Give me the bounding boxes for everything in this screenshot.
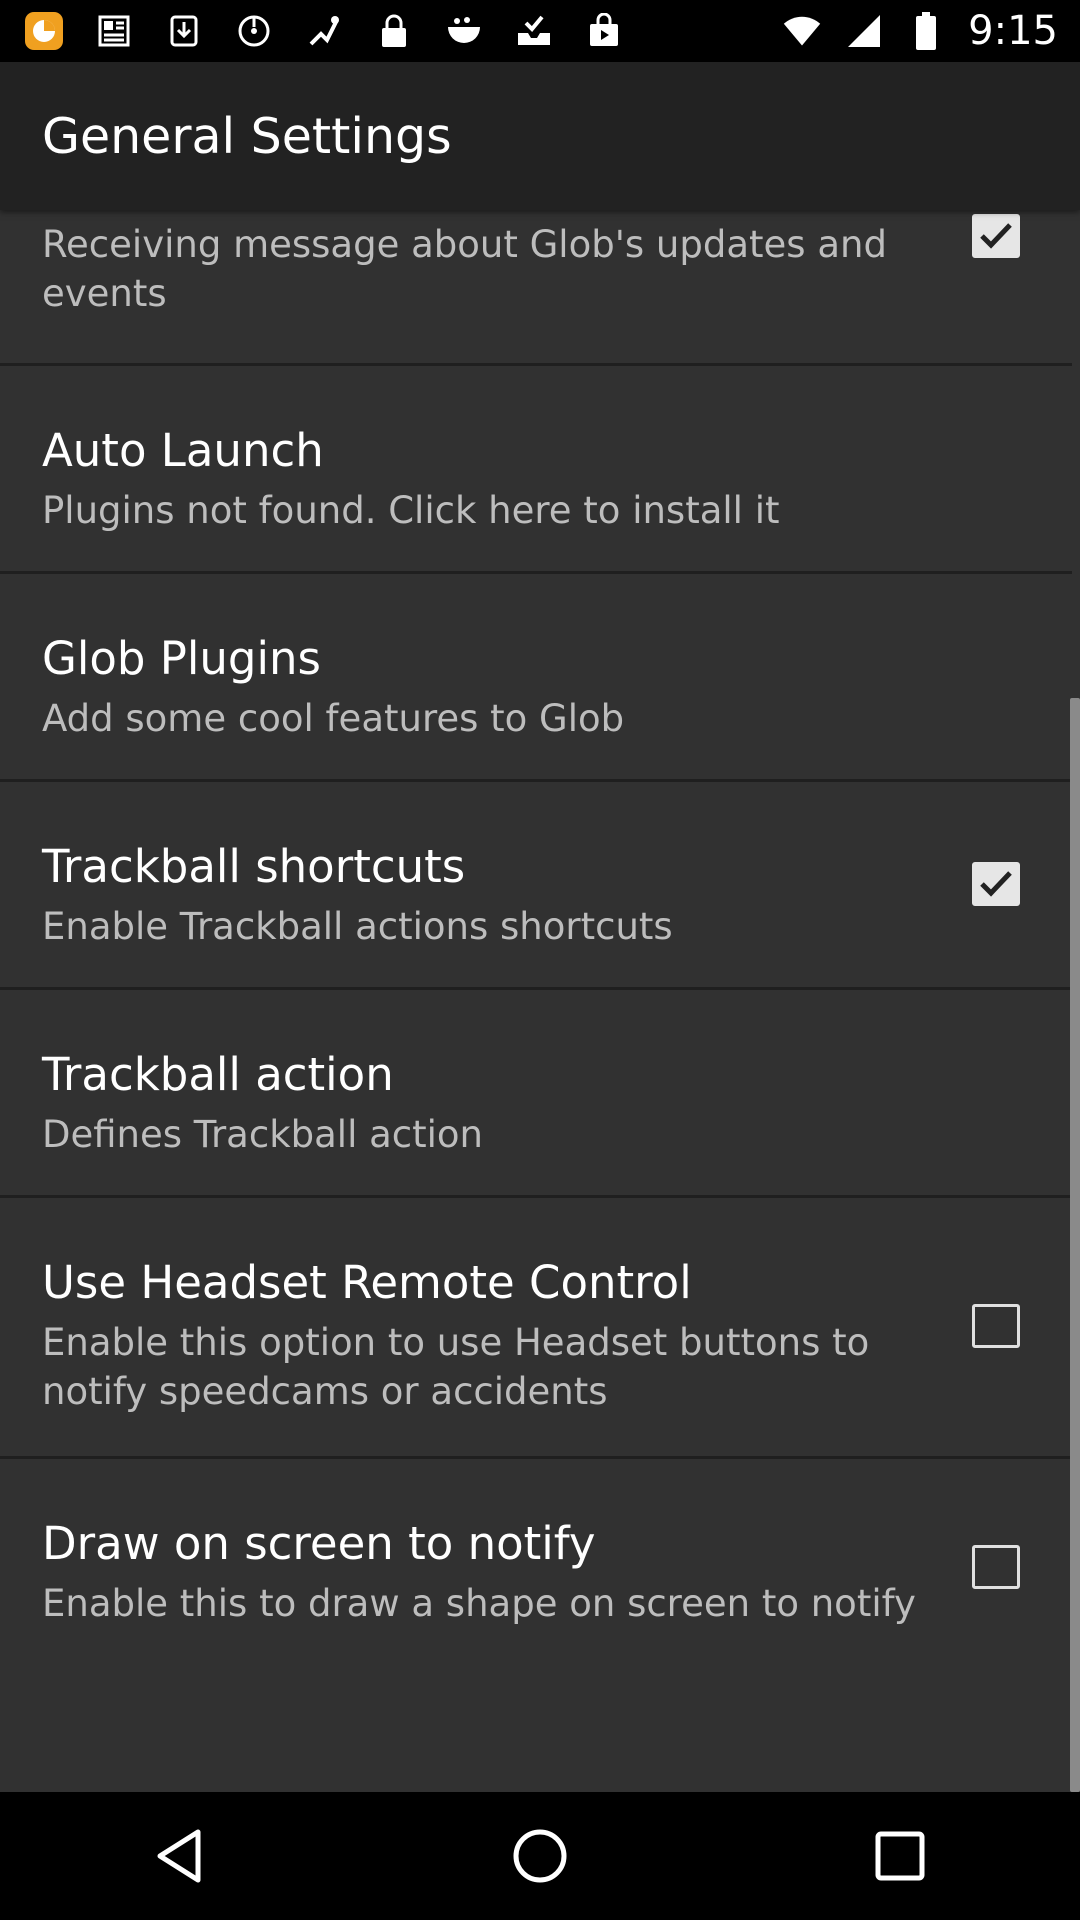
pref-title: Glob Plugins [42, 632, 321, 685]
home-icon[interactable] [500, 1816, 580, 1896]
download-icon [164, 11, 204, 51]
pref-title: Auto Launch [42, 424, 324, 477]
trackball-shortcuts-checkbox[interactable] [972, 862, 1020, 906]
news-icon [94, 11, 134, 51]
fake-gps-icon [304, 11, 344, 51]
pref-glob-updates[interactable]: Receiving message about Glob's updates a… [0, 210, 1072, 364]
pref-title: Draw on screen to notify [42, 1517, 596, 1570]
pref-draw-on-screen[interactable]: Draw on screen to notify Enable this to … [0, 1459, 1072, 1665]
pref-summary: Enable this option to use Headset button… [42, 1321, 870, 1413]
scrollbar[interactable] [1070, 698, 1080, 1792]
pref-auto-launch[interactable]: Auto Launch Plugins not found. Click her… [0, 366, 1072, 572]
pref-title: Trackball action [42, 1048, 394, 1101]
pref-summary: Add some cool features to Glob [42, 697, 625, 740]
checkmark-icon [980, 871, 1012, 897]
draw-on-screen-checkbox[interactable] [972, 1545, 1020, 1589]
recents-icon[interactable] [860, 1816, 940, 1896]
back-icon[interactable] [140, 1816, 220, 1896]
settings-list[interactable]: Receiving message about Glob's updates a… [0, 210, 1080, 1792]
page-title: General Settings [42, 108, 452, 165]
lock-icon [374, 11, 414, 51]
headset-remote-checkbox[interactable] [972, 1304, 1020, 1348]
wifi-icon [782, 11, 822, 51]
pref-summary: Plugins not found. Click here to install… [42, 489, 780, 532]
pref-summary: Defines Trackball action [42, 1113, 484, 1156]
app-notification-icon [24, 11, 64, 51]
status-bar: 9:15 [0, 0, 1080, 62]
pref-glob-plugins[interactable]: Glob Plugins Add some cool features to G… [0, 574, 1072, 780]
pref-summary: Enable this to draw a shape on screen to… [42, 1582, 916, 1625]
tray-check-icon [514, 11, 554, 51]
pref-trackball-shortcuts[interactable]: Trackball shortcuts Enable Trackball act… [0, 782, 1072, 988]
battery-icon [906, 11, 946, 51]
checkmark-icon [980, 223, 1012, 249]
status-time: 9:15 [968, 8, 1058, 54]
app-bar: General Settings [0, 62, 1080, 210]
bowl-icon [444, 11, 484, 51]
signal-icon [844, 11, 884, 51]
pref-title: Trackball shortcuts [42, 840, 466, 893]
settings-icon [234, 11, 274, 51]
pref-summary: Receiving message about Glob's updates a… [42, 223, 887, 315]
pref-trackball-action[interactable]: Trackball action Defines Trackball actio… [0, 990, 1072, 1196]
pref-headset-remote[interactable]: Use Headset Remote Control Enable this o… [0, 1198, 1072, 1454]
shopping-bag-icon [584, 11, 624, 51]
glob-updates-checkbox[interactable] [972, 214, 1020, 258]
pref-summary: Enable Trackball actions shortcuts [42, 905, 673, 948]
navigation-bar [0, 1792, 1080, 1920]
pref-title: Use Headset Remote Control [42, 1256, 692, 1309]
